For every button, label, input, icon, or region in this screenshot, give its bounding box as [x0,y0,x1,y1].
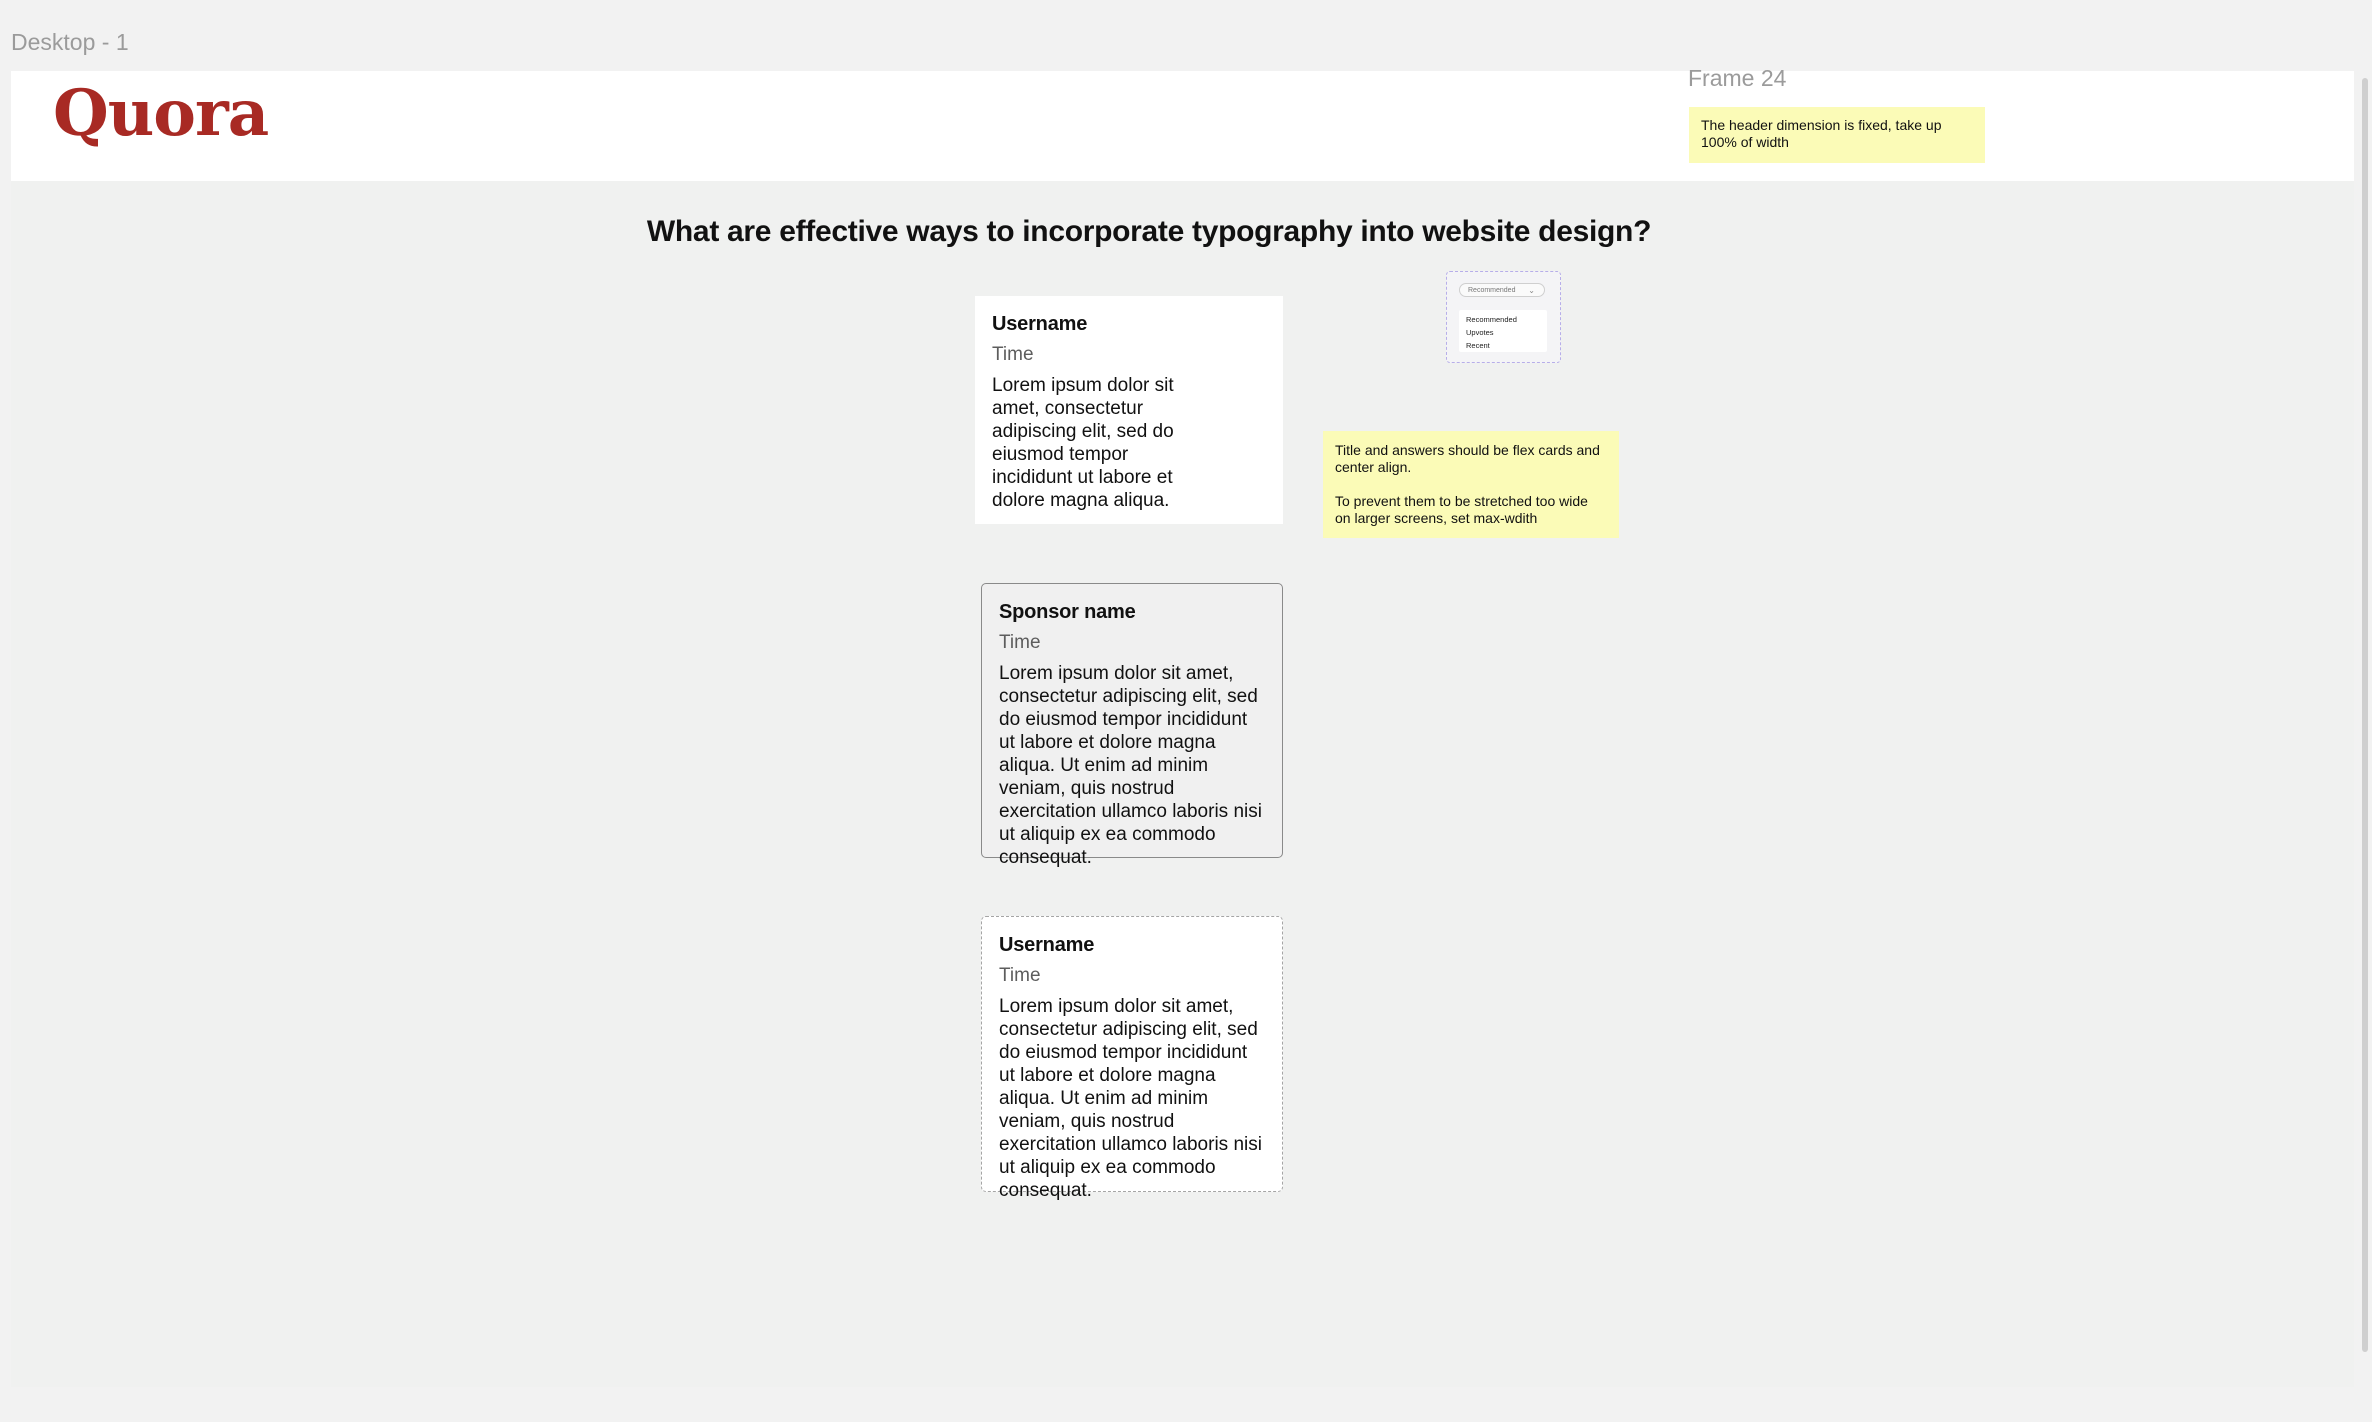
vertical-scrollbar[interactable] [2362,78,2368,1352]
answer-time: Time [992,344,1034,365]
sort-option-recommended[interactable]: Recommended [1466,313,1540,326]
sort-option-upvotes[interactable]: Upvotes [1466,326,1540,339]
answer-author[interactable]: Username [992,313,1266,336]
sticky-note-header: The header dimension is fixed, take up 1… [1689,107,1985,163]
answer-body: Lorem ipsum dolor sit amet, consectetur … [999,663,1262,868]
sort-option-recent[interactable]: Recent [1466,339,1540,352]
site-header [11,71,2354,181]
frame-label-frame-24[interactable]: Frame 24 [1688,65,1786,92]
chevron-down-icon: ⌄ [1528,286,1535,295]
frame-label-desktop[interactable]: Desktop - 1 [11,29,129,56]
answer-card[interactable]: Username Time Lorem ipsum dolor sit amet… [981,916,1283,1201]
answer-time: Time [999,965,1041,986]
answer-body: Lorem ipsum dolor sit amet, consectetur … [999,996,1262,1201]
sort-dropdown-button[interactable]: Recommended ⌄ [1459,283,1545,297]
quora-logo[interactable]: Quora [53,82,269,146]
sort-dropdown-selected: Recommended [1468,287,1516,294]
question-title: What are effective ways to incorporate t… [646,215,1652,248]
sponsor-name[interactable]: Sponsor name [999,601,1265,624]
layout-note-line-1: Title and answers should be flex cards a… [1335,442,1600,475]
answer-author[interactable]: Username [999,934,1265,957]
sticky-note-layout: Title and answers should be flex cards a… [1323,431,1619,538]
answer-card[interactable]: Username Time Lorem ipsum dolor sit amet… [975,296,1283,524]
sort-dropdown-component[interactable]: Recommended ⌄ Recommended Upvotes Recent [1446,271,1561,363]
answer-body: Lorem ipsum dolor sit amet, consectetur … [992,375,1174,511]
answer-time: Time [999,632,1041,653]
sponsored-answer-card[interactable]: Sponsor name Time Lorem ipsum dolor sit … [981,583,1283,868]
sort-dropdown-menu: Recommended Upvotes Recent [1459,310,1547,352]
layout-note-line-2: To prevent them to be stretched too wide… [1335,493,1588,526]
